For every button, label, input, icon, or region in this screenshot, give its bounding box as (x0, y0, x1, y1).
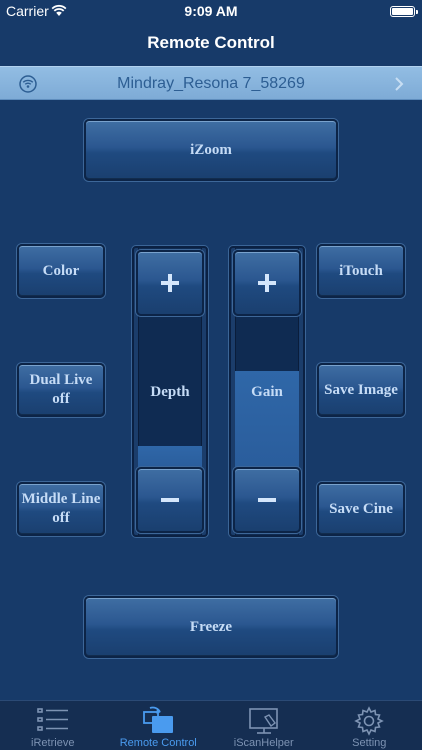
gain-increase-button[interactable] (233, 250, 301, 316)
save-image-label: Save Image (324, 381, 398, 398)
tab-remote-control-label: Remote Control (119, 737, 197, 749)
depth-level-fill (138, 446, 202, 469)
tab-iretrieve-label: iRetrieve (31, 737, 75, 749)
remote-icon (143, 706, 174, 733)
depth-slider[interactable]: Depth (132, 246, 208, 537)
device-name: Mindray_Resona 7_58269 (117, 75, 305, 92)
itouch-label: iTouch (339, 262, 383, 279)
minus-icon (258, 498, 276, 502)
chevron-right-icon (395, 77, 404, 91)
middle-line-line1: Middle Line (21, 491, 101, 507)
middle-line-label: Middle Line off (22, 490, 101, 528)
status-bar: Carrier 9:09 AM (0, 0, 422, 22)
tab-iretrieve[interactable]: iRetrieve (0, 701, 106, 750)
dual-live-state: off (52, 391, 70, 407)
save-image-button[interactable]: Save Image (317, 363, 405, 417)
tab-remote-control[interactable]: Remote Control (106, 701, 212, 750)
tab-iscanhelper-label: iScanHelper (233, 737, 294, 749)
status-time: 9:09 AM (184, 3, 238, 19)
color-label: Color (42, 262, 80, 279)
minus-icon (161, 498, 179, 502)
list-icon (36, 708, 68, 731)
itouch-button[interactable]: iTouch (317, 244, 405, 298)
device-selector[interactable]: Mindray_Resona 7_58269 (0, 66, 422, 100)
freeze-button[interactable]: Freeze (84, 596, 338, 658)
tab-setting[interactable]: Setting (317, 701, 422, 750)
plus-icon (161, 274, 179, 292)
freeze-label: Freeze (189, 618, 233, 635)
dual-live-button[interactable]: Dual Live off (17, 363, 105, 417)
page-title: Remote Control (147, 33, 275, 52)
scan-helper-icon (248, 708, 278, 734)
gain-label: Gain (251, 384, 283, 400)
gear-icon (354, 706, 385, 736)
dual-live-line1: Dual Live (29, 372, 93, 388)
depth-decrease-button[interactable] (136, 467, 204, 533)
depth-label: Depth (150, 384, 190, 400)
izoom-button[interactable]: iZoom (84, 119, 338, 181)
tab-iscanhelper[interactable]: iScanHelper (211, 701, 317, 750)
save-cine-button[interactable]: Save Cine (317, 482, 405, 536)
tab-bar: iRetrieve Remote Control iScanHelper Set… (0, 700, 422, 750)
izoom-label: iZoom (190, 141, 232, 158)
color-button[interactable]: Color (17, 244, 105, 298)
middle-line-button[interactable]: Middle Line off (17, 482, 105, 536)
middle-line-state: off (52, 510, 70, 526)
gain-slider[interactable]: Gain (229, 246, 305, 537)
tab-setting-label: Setting (352, 737, 387, 749)
save-cine-label: Save Cine (329, 500, 393, 517)
dual-live-label: Dual Live off (30, 371, 93, 409)
plus-icon (258, 274, 276, 292)
battery-icon (390, 6, 418, 17)
gain-decrease-button[interactable] (233, 467, 301, 533)
depth-increase-button[interactable] (136, 250, 204, 316)
